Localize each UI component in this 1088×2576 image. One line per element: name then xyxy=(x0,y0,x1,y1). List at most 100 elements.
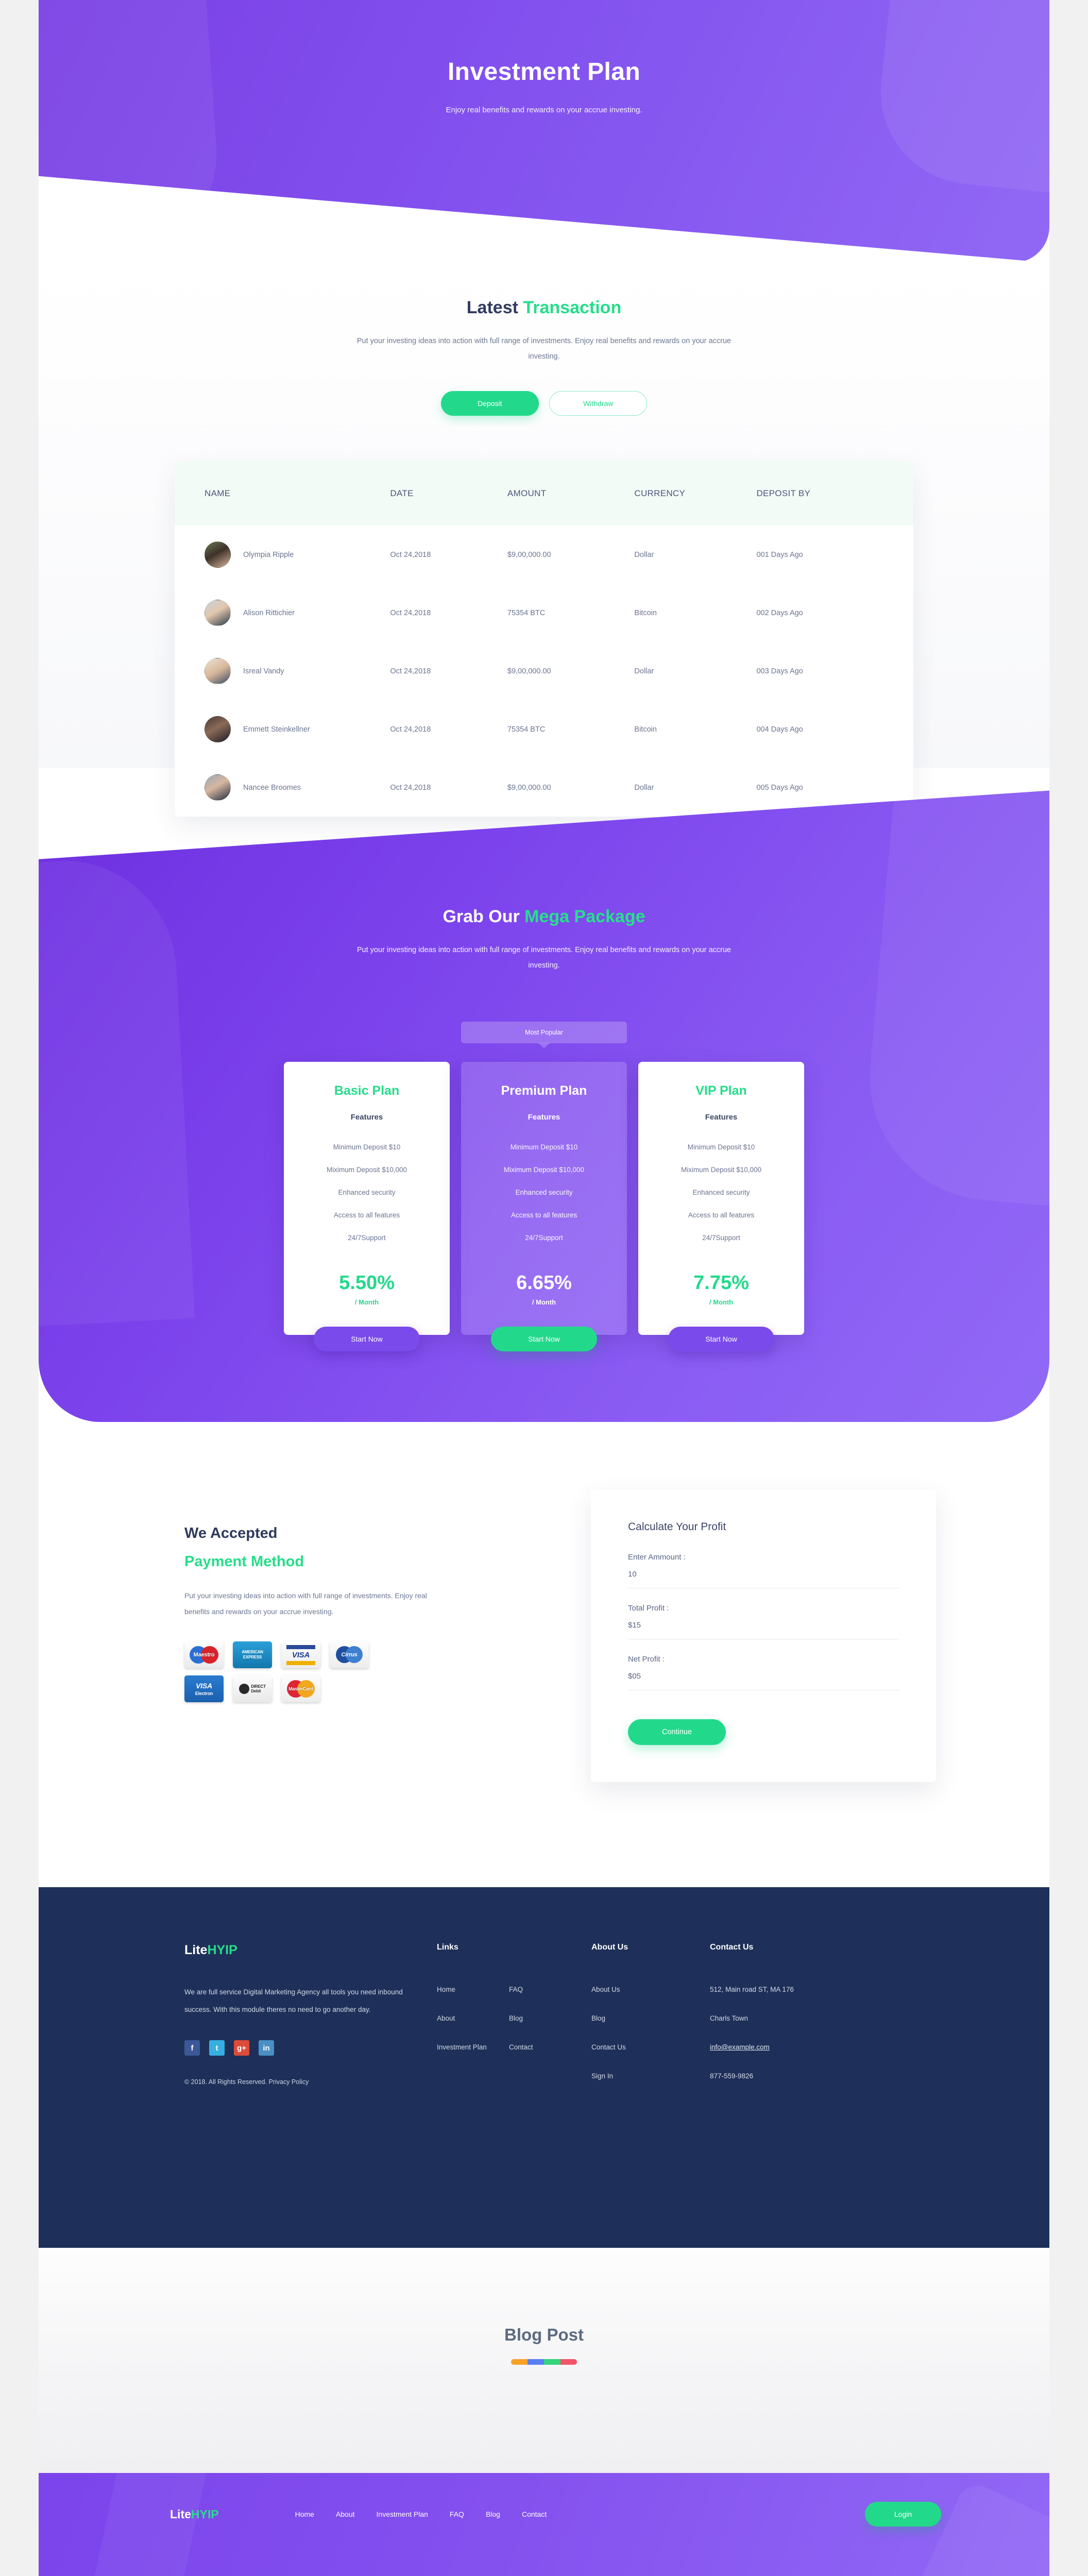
facebook-icon[interactable]: f xyxy=(184,2040,200,2056)
avatar xyxy=(205,774,231,801)
plan-feature-item: Minimum Deposit $10 xyxy=(687,1143,755,1151)
visa-card-icon: VISA xyxy=(281,1641,320,1668)
cell-deposit-by: 004 Days Ago xyxy=(756,725,803,734)
footer-about-link-sign-in[interactable]: Sign In xyxy=(591,2071,710,2082)
linkedin-icon[interactable]: in xyxy=(259,2040,274,2056)
cell-amount: $9,00,000.00 xyxy=(507,550,551,559)
footer-contact-phone: 877-559-9826 xyxy=(710,2072,754,2080)
transaction-heading-block: Latest Transaction Put your investing id… xyxy=(39,263,1049,416)
bar-segment-green xyxy=(544,2359,560,2365)
cell-deposit-by: 002 Days Ago xyxy=(756,608,803,617)
navbar-logo[interactable]: LiteHYIP xyxy=(170,2507,219,2521)
net-profit-label: Net Profit : xyxy=(628,1655,665,1664)
avatar xyxy=(205,658,231,684)
footer-link-faq[interactable]: FAQ xyxy=(509,1984,581,1995)
column-header-amount: AMOUNT xyxy=(507,488,547,498)
navbar-logo-light: Lite xyxy=(170,2507,191,2521)
footer-link-about[interactable]: About xyxy=(437,2013,509,2024)
footer-links-sub1: Links Home About Investment Plan xyxy=(437,1943,509,2099)
plan-period: / Month xyxy=(532,1298,556,1306)
footer-columns: LiteHYIP We are full service Digital Mar… xyxy=(184,1943,921,2099)
plan-feature-item: Enhanced security xyxy=(515,1189,573,1196)
footer-contact-address-line1: 512, Main road ST, MA 176 xyxy=(710,1986,794,1993)
plan-rate: 5.50% xyxy=(339,1272,395,1294)
login-button[interactable]: Login xyxy=(865,2502,941,2527)
avatar xyxy=(205,541,231,568)
visa-electron-card-icon: VISA Electron xyxy=(184,1675,224,1702)
hero-section: Investment Plan Enjoy real benefits and … xyxy=(39,0,1049,263)
deposit-button[interactable]: Deposit xyxy=(440,391,539,416)
footer-contact-email[interactable]: info@example.com xyxy=(710,2042,916,2053)
footer-logo: LiteHYIP xyxy=(184,1943,437,1958)
direct-debit-card-icon: DIRECT Debit xyxy=(233,1675,272,1702)
footer-about-link-contact-us[interactable]: Contact Us xyxy=(591,2042,710,2053)
payment-heading-line1: We Accepted xyxy=(184,1525,278,1541)
nav-item-contact[interactable]: Contact xyxy=(522,2510,547,2518)
plan-feature-item: Enhanced security xyxy=(692,1189,750,1196)
footer-link-home[interactable]: Home xyxy=(437,1984,509,1995)
nav-item-home[interactable]: Home xyxy=(295,2510,314,2518)
plan-feature-item: 24/7Support xyxy=(702,1234,740,1242)
footer-social-links: f t g+ in xyxy=(184,2040,437,2056)
plan-name: VIP Plan xyxy=(695,1083,747,1098)
hero-subtitle: Enjoy real benefits and rewards on your … xyxy=(446,106,642,114)
cell-deposit-by: 001 Days Ago xyxy=(756,550,803,559)
mega-description: Put your investing ideas into action wit… xyxy=(356,946,732,970)
cell-currency: Dollar xyxy=(634,783,654,792)
nav-item-blog[interactable]: Blog xyxy=(486,2510,500,2518)
cell-name: Olympia Ripple xyxy=(205,541,390,568)
cell-date: Oct 24,2018 xyxy=(390,667,431,675)
withdraw-button[interactable]: Withdraw xyxy=(549,391,648,416)
footer-link-contact[interactable]: Contact xyxy=(509,2042,581,2053)
start-now-button-basic[interactable]: Start Now xyxy=(314,1326,420,1351)
plan-name: Premium Plan xyxy=(501,1083,587,1098)
footer-about-link-blog[interactable]: Blog xyxy=(591,2013,710,2024)
nav-item-investment-plan[interactable]: Investment Plan xyxy=(377,2510,428,2518)
footer-links-sub2: FAQ Blog Contact xyxy=(509,1943,581,2099)
transaction-table-header: NAME DATE AMOUNT CURRENCY DEPOSIT BY xyxy=(175,461,913,526)
table-row[interactable]: Emmett Steinkellner Oct 24,2018 75354 BT… xyxy=(175,700,913,758)
bar-segment-orange xyxy=(511,2359,528,2365)
start-now-button-vip[interactable]: Start Now xyxy=(668,1326,774,1351)
cell-name: Alison Rittichier xyxy=(205,600,390,626)
payment-heading-line2: Payment Method xyxy=(184,1553,304,1570)
total-profit-input[interactable] xyxy=(628,1621,899,1639)
table-row[interactable]: Olympia Ripple Oct 24,2018 $9,00,000.00 … xyxy=(175,526,913,584)
nav-item-faq[interactable]: FAQ xyxy=(450,2510,464,2518)
enter-amount-label: Enter Ammount : xyxy=(628,1553,686,1562)
page-canvas: Investment Plan Enjoy real benefits and … xyxy=(39,0,1049,2576)
calculator-title: Calculate Your Profit xyxy=(628,1521,726,1533)
plan-feature-item: Access to all features xyxy=(511,1211,577,1219)
table-row[interactable]: Isreal Vandy Oct 24,2018 $9,00,000.00 Do… xyxy=(175,642,913,700)
footer-contact-address-line2: Charls Town xyxy=(710,2014,749,2022)
nav-item-about[interactable]: About xyxy=(336,2510,355,2518)
plan-period: / Month xyxy=(709,1298,734,1306)
footer-about-link-about-us[interactable]: About Us xyxy=(591,1984,710,1995)
start-now-button-premium[interactable]: Start Now xyxy=(491,1326,597,1351)
row-name-text: Olympia Ripple xyxy=(243,550,294,559)
plan-features-label: Features xyxy=(350,1113,383,1122)
footer-contact-email-text[interactable]: info@example.com xyxy=(710,2043,770,2051)
site-footer: LiteHYIP We are full service Digital Mar… xyxy=(39,1887,1049,2248)
footer-link-investment-plan[interactable]: Investment Plan xyxy=(437,2042,509,2053)
plan-feature-item: Minimum Deposit $10 xyxy=(333,1143,401,1151)
plan-feature-item: 24/7Support xyxy=(348,1234,386,1242)
footer-copyright: © 2018. All Rights Reserved. Privacy Pol… xyxy=(184,2078,309,2086)
continue-button[interactable]: Continue xyxy=(628,1719,726,1745)
mastercard-card-icon: MasterCard xyxy=(281,1675,320,1702)
amount-input[interactable] xyxy=(628,1570,899,1588)
american-express-card-icon: AMERICAN EXPRESS xyxy=(233,1641,272,1668)
payment-description: Put your investing ideas into action wit… xyxy=(184,1591,427,1616)
table-row[interactable]: Alison Rittichier Oct 24,2018 75354 BTC … xyxy=(175,584,913,642)
navbar-logo-bold: HYIP xyxy=(191,2507,219,2521)
page-title: Investment Plan xyxy=(447,58,641,86)
bar-segment-blue xyxy=(528,2359,544,2365)
blog-post-section: Blog Post xyxy=(39,2248,1049,2473)
transaction-description: Put your investing ideas into action wit… xyxy=(356,337,732,361)
footer-link-blog[interactable]: Blog xyxy=(509,2013,581,2024)
google-plus-icon[interactable]: g+ xyxy=(234,2040,249,2056)
plan-card-premium: Most Popular Premium Plan Features Minim… xyxy=(461,1022,627,1351)
net-profit-input[interactable] xyxy=(628,1672,899,1690)
plan-features-label: Features xyxy=(705,1113,738,1122)
twitter-icon[interactable]: t xyxy=(209,2040,225,2056)
